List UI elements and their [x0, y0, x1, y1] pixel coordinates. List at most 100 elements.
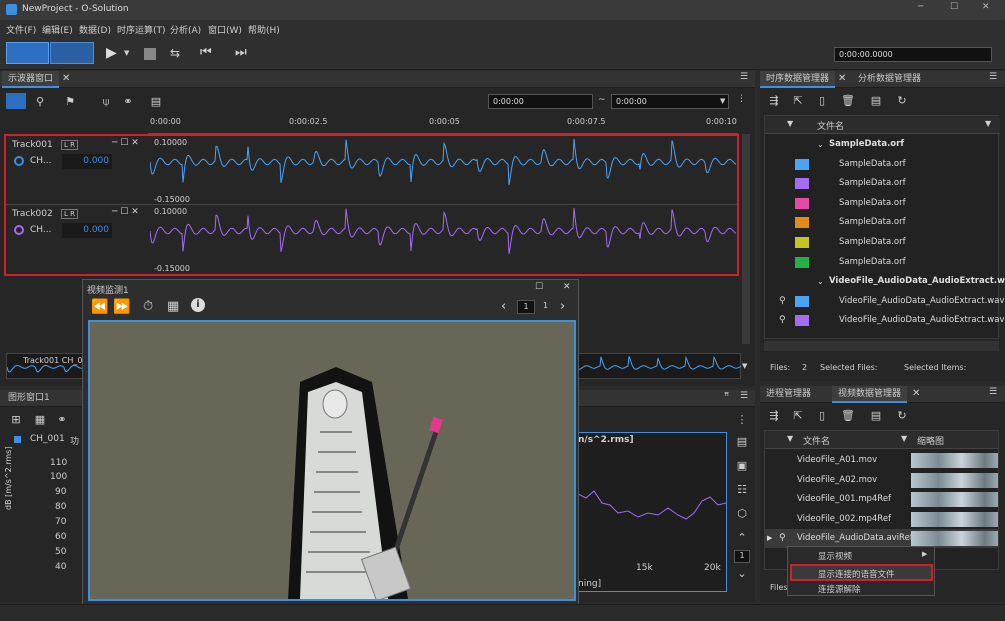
info-icon[interactable]: i — [191, 298, 205, 312]
properties-icon[interactable]: ▤ — [868, 93, 884, 109]
play-dropdown-icon[interactable]: ▼ — [124, 49, 129, 57]
scope-scrollbar[interactable] — [742, 134, 750, 344]
list-item[interactable]: SampleData.orf — [765, 213, 1000, 232]
range-dropdown-icon[interactable]: ▼ — [720, 97, 725, 105]
list-item[interactable]: SampleData.orf — [765, 253, 1000, 272]
grid-icon[interactable]: ▦ — [32, 412, 48, 428]
graph-menu-icon[interactable]: ☰ — [740, 391, 748, 401]
list-item[interactable]: ⚲ VideoFile_AudioData_AudioExtract.wav — [765, 292, 1005, 311]
column-thumbnail[interactable]: 缩略图 — [917, 434, 944, 447]
properties-icon[interactable]: ▤ — [868, 408, 884, 424]
list-item[interactable]: VideoFile_A02.mov — [765, 471, 998, 490]
tab-scope[interactable]: 示波器窗口 — [2, 71, 60, 88]
page-prev-icon[interactable]: ‹ — [501, 299, 506, 314]
filter-icon[interactable]: ▼ — [985, 119, 991, 128]
grid-icon[interactable]: ▦ — [167, 299, 179, 314]
flag-icon[interactable]: ⚑ — [62, 94, 78, 110]
add-file-icon[interactable]: ⇶ — [766, 93, 782, 109]
scope-menu-icon[interactable]: ☰ — [740, 72, 748, 82]
list-item[interactable]: VideoFile_002.mp4Ref — [765, 510, 998, 529]
pin-icon[interactable]: ⚲ — [779, 529, 786, 548]
list-item[interactable]: SampleData.orf — [765, 174, 1000, 193]
menu-analysis[interactable]: 分析(A) — [170, 23, 201, 36]
list-icon[interactable]: ▤ — [148, 94, 164, 110]
play-icon[interactable]: ▶ — [106, 45, 117, 61]
range-start-input[interactable]: 0:00:00 — [488, 94, 593, 109]
monitor-toggle-button[interactable] — [50, 42, 94, 64]
new-file-icon[interactable]: ▯ — [814, 93, 830, 109]
menu-help[interactable]: 帮助(H) — [248, 23, 280, 36]
add-file-icon[interactable]: ⇶ — [766, 408, 782, 424]
page-current[interactable]: 1 — [517, 300, 535, 314]
vid-menu-icon[interactable]: ☰ — [989, 387, 997, 397]
seq-menu-icon[interactable]: ☰ — [989, 72, 997, 82]
column-filename[interactable]: 文件名 — [803, 434, 830, 447]
context-item-unlink-source[interactable]: 连接源解除 — [788, 582, 934, 596]
channel-radio-icon[interactable] — [14, 225, 24, 235]
track-lr-flags[interactable]: L R — [61, 140, 78, 150]
column-filename[interactable]: 文件名 — [817, 119, 844, 132]
menu-file[interactable]: 文件(F) — [6, 23, 36, 36]
pin-icon[interactable]: ⚲ — [779, 292, 786, 311]
timer-icon[interactable]: ⏱ — [143, 299, 153, 314]
refresh-icon[interactable]: ↻ — [894, 408, 910, 424]
video-close-icon[interactable]: ✕ — [563, 282, 571, 292]
list-item[interactable]: SampleData.orf — [765, 155, 1000, 174]
delete-icon[interactable]: 🗑 — [840, 408, 856, 424]
cursor-mode-icon[interactable] — [6, 93, 26, 109]
time-display[interactable]: 0:00:00.0000 — [834, 47, 992, 62]
tab-graph[interactable]: 图形窗口1 — [2, 390, 56, 407]
more-options-icon[interactable]: ⋮ — [734, 412, 750, 428]
chevron-down-icon[interactable]: ⌄ — [817, 135, 824, 154]
chevron-up-icon[interactable]: ⌃ — [734, 530, 750, 546]
new-file-icon[interactable]: ▯ — [814, 408, 830, 424]
channel-radio-icon[interactable] — [14, 156, 24, 166]
menu-data[interactable]: 数据(D) — [79, 23, 111, 36]
link-icon[interactable]: ⚭ — [120, 94, 136, 110]
seq-hscroll[interactable] — [764, 341, 999, 351]
delete-icon[interactable]: 🗑 — [840, 93, 856, 109]
more-options-icon[interactable]: ⋮ — [737, 94, 746, 104]
maximize-icon[interactable]: ☐ — [950, 2, 958, 12]
vid-tab-close-icon[interactable]: ✕ — [912, 388, 920, 399]
image-icon[interactable]: ▣ — [734, 458, 750, 474]
list-item[interactable]: VideoFile_001.mp4Ref — [765, 490, 998, 509]
seq-tab-close-icon[interactable]: ✕ — [838, 73, 846, 84]
range-end-input[interactable]: 0:00:00 — [611, 94, 729, 109]
filter-icon[interactable]: ▼ — [901, 434, 907, 443]
minimize-icon[interactable]: ─ — [918, 2, 923, 12]
tab-process-manager[interactable]: 进程管理器 — [760, 386, 817, 403]
menu-timeseries[interactable]: 时序运算(T) — [117, 23, 166, 36]
overview-dropdown-icon[interactable]: ▼ — [742, 362, 747, 370]
import-icon[interactable]: ⇱ — [790, 408, 806, 424]
group-row[interactable]: ⌄ SampleData.orf — [765, 135, 1000, 154]
refresh-icon[interactable]: ↻ — [894, 93, 910, 109]
pin-icon[interactable]: ⚲ — [779, 311, 786, 330]
tab-seq-manager[interactable]: 时序数据管理器 — [760, 71, 836, 88]
video-maximize-icon[interactable]: ☐ — [535, 282, 543, 292]
list-item[interactable]: ⚲ VideoFile_AudioData_AudioExtract.wav — [765, 311, 1005, 330]
tab-video-manager[interactable]: 视频数据管理器 — [832, 386, 908, 403]
chart-type-icon[interactable]: ⊞ — [8, 412, 24, 428]
track-window-controls[interactable]: ─ ☐ ✕ — [112, 207, 139, 217]
cube-icon[interactable]: ⬡ — [734, 506, 750, 522]
frame-forward-icon[interactable]: ⏩ — [113, 299, 130, 315]
cursor-icon[interactable]: ⍦ — [98, 94, 114, 110]
stop-icon[interactable] — [144, 48, 156, 60]
menu-edit[interactable]: 编辑(E) — [42, 23, 73, 36]
page-next-icon[interactable]: › — [560, 299, 565, 314]
close-window-icon[interactable]: ✕ — [982, 2, 990, 12]
list-item[interactable]: SampleData.orf — [765, 233, 1000, 252]
frame-back-icon[interactable]: ⏪ — [91, 299, 108, 315]
context-item-show-linked-audio[interactable]: 显示连接的语音文件 — [790, 564, 933, 581]
scope-tab-close-icon[interactable]: ✕ — [62, 73, 70, 84]
context-item-show-video[interactable]: 显示视频 ▶ — [788, 549, 934, 563]
loop-icon[interactable]: ⇆ — [170, 46, 180, 60]
marker-icon[interactable]: ⚲ — [32, 94, 48, 110]
pin-icon[interactable]: ꟸ — [724, 392, 729, 402]
table-icon[interactable]: ▤ — [734, 434, 750, 450]
chevron-down-icon[interactable]: ⌄ — [734, 566, 750, 582]
tab-analysis-manager[interactable]: 分析数据管理器 — [852, 71, 927, 88]
skip-back-icon[interactable]: ⏮ — [200, 45, 212, 60]
track-window-controls[interactable]: ─ ☐ ✕ — [112, 138, 139, 148]
